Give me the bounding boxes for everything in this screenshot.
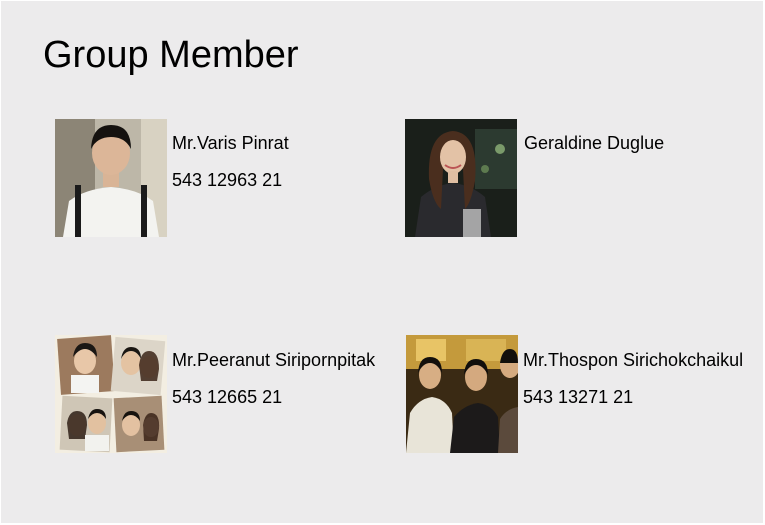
page-title: Group Member xyxy=(43,34,299,76)
photo-collage-image xyxy=(55,335,167,453)
member-photo xyxy=(55,119,167,237)
member-photo xyxy=(55,335,167,453)
portrait-photo-image xyxy=(55,119,167,237)
member-id: 543 12963 21 xyxy=(172,170,283,190)
member-id: 543 12665 21 xyxy=(172,387,283,407)
member-name: Mr.Thospon Sirichokchaikul xyxy=(523,350,744,370)
group-photo-image xyxy=(406,335,518,453)
member-name: Geraldine Duglue xyxy=(524,133,665,153)
member-id: 543 13271 21 xyxy=(523,387,634,407)
member-photo xyxy=(406,335,518,453)
member-name: Mr.Varis Pinrat xyxy=(172,133,289,153)
member-name: Mr.Peeranut Siripornpitak xyxy=(172,350,376,370)
portrait-photo-image xyxy=(405,119,517,237)
slide: Group Member Mr.Varis Pinrat 543 12963 2… xyxy=(1,1,763,523)
member-photo xyxy=(405,119,517,237)
